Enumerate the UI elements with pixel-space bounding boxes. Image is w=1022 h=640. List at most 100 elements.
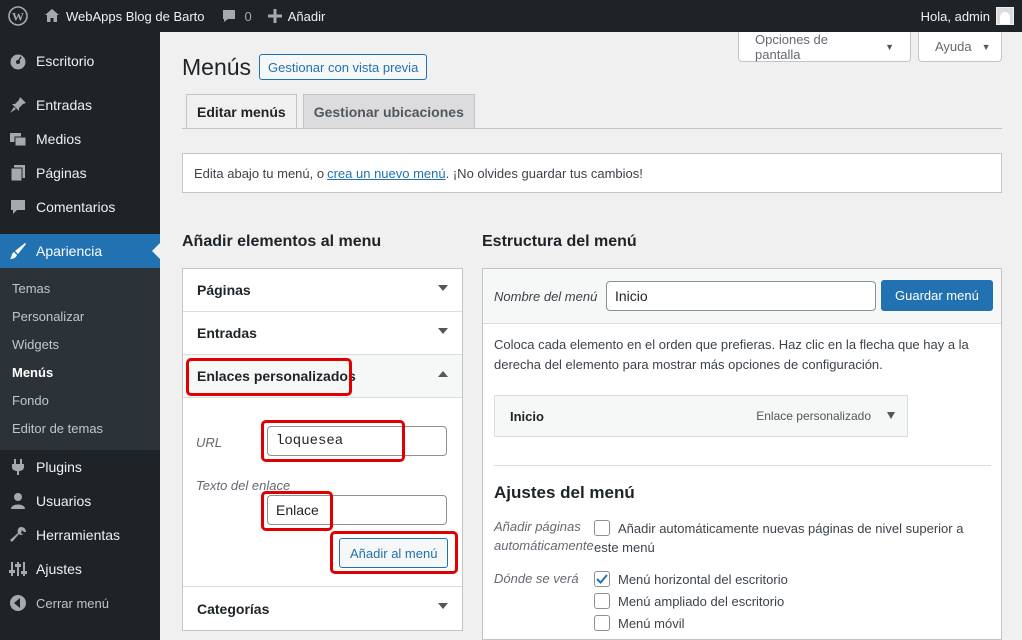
highlight-box [261,491,333,531]
admin-bar: W WebApps Blog de Barto 0 Añadir Hola, a… [0,0,1022,32]
new-content-link[interactable]: Añadir [260,0,334,32]
auto-add-checkbox[interactable] [594,520,610,536]
tab-gestionar-ubicaciones[interactable]: Gestionar ubicaciones [302,94,475,129]
sidebar-label: Páginas [36,165,87,181]
plus-icon [267,9,282,23]
highlight-box [330,531,458,574]
sidebar-label: Medios [36,131,82,147]
comments-count: 0 [244,8,252,24]
sidebar-item-comentarios[interactable]: Comentarios [0,190,160,224]
location-option[interactable]: Menú ampliado del escritorio [594,592,784,611]
screen-options-button[interactable]: Opciones de pantalla ▼ [738,32,911,62]
users-icon [8,491,28,511]
menu-item-type: Enlace personalizado [756,409,871,423]
submenu-item-widgets[interactable]: Widgets [0,330,160,358]
pin-icon [8,95,28,115]
location-option[interactable]: Menú horizontal del escritorio [594,570,788,589]
sidebar-label: Comentarios [36,199,116,215]
location-text: Menú móvil [618,616,685,631]
section-categorias[interactable]: Categorías [183,587,462,630]
sidebar-label: Herramientas [36,527,121,543]
sidebar-label: Entradas [36,97,93,113]
brush-icon [8,241,28,261]
sidebar-item-medios[interactable]: Medios [0,122,160,156]
new-label: Añadir [287,8,326,24]
create-new-menu-link[interactable]: crea un nuevo menú [327,166,446,181]
pages-icon [8,163,28,183]
auto-add-label-line: Añadir páginas [494,519,581,534]
nav-tabs: Editar menús Gestionar ubicaciones [186,94,481,129]
sidebar-item-usuarios[interactable]: Usuarios [0,484,160,518]
auto-add-label: Añadir páginas automáticamente [494,517,594,555]
menu-structure-panel: Nombre del menú Inicio Guardar menú Colo… [482,268,1002,640]
help-button[interactable]: Ayuda ▼ [918,32,1002,62]
screen-options-label: Opciones de pantalla [755,31,828,62]
add-items-title: Añadir elementos al menu [182,233,382,250]
structure-title: Estructura del menú [482,233,637,250]
highlight-box [261,420,405,462]
auto-add-text: Añadir automáticamente nuevas páginas de… [618,521,964,536]
location-label: Dónde se verá [494,571,579,586]
chevron-up-icon [438,371,448,377]
help-label: Ayuda [935,39,972,54]
highlight-box [186,358,352,396]
settings-icon [8,559,28,579]
menu-item-inicio[interactable]: Inicio Enlace personalizado [494,395,908,437]
location-checkbox[interactable] [594,593,610,609]
checkmark-icon [596,574,608,584]
sidebar-item-ajustes[interactable]: Ajustes [0,552,160,586]
main-content: Opciones de pantalla ▼ Ayuda ▼ Menús Ges… [160,32,1022,640]
chevron-down-icon [438,603,448,609]
my-account[interactable]: Hola, admin [921,0,1014,32]
section-label: Entradas [197,325,257,341]
menu-settings-title: Ajustes del menú [494,483,635,502]
submenu-item-fondo[interactable]: Fondo [0,386,160,414]
appearance-submenu: Temas Personalizar Widgets Menús Fondo E… [0,268,160,450]
sidebar-label: Usuarios [36,493,92,509]
collapse-icon [8,593,28,613]
sidebar-item-herramientas[interactable]: Herramientas [0,518,160,552]
chevron-down-icon[interactable] [887,412,895,419]
save-menu-button[interactable]: Guardar menú [881,280,993,311]
tab-editar-menus[interactable]: Editar menús [186,94,297,129]
sidebar-item-entradas[interactable]: Entradas [0,88,160,122]
location-text: Menú horizontal del escritorio [618,572,788,587]
submenu-item-editor-temas[interactable]: Editor de temas [0,414,160,442]
submenu-item-temas[interactable]: Temas [0,274,160,302]
section-label: Categorías [197,600,270,617]
notice-text: Edita abajo tu menú, o [194,165,325,181]
sidebar-item-apariencia[interactable]: Apariencia [0,234,160,268]
menu-name-input[interactable]: Inicio [606,281,876,311]
manage-preview-button[interactable]: Gestionar con vista previa [259,54,428,80]
location-checkbox[interactable] [594,615,610,631]
location-checkbox-checked[interactable] [594,571,610,587]
avatar [996,7,1014,25]
section-entradas[interactable]: Entradas [183,312,462,355]
edit-notice: Edita abajo tu menú, o crea un nuevo men… [182,153,1002,193]
sidebar-label: Cerrar menú [36,595,109,611]
comments-link[interactable]: 0 [213,0,260,32]
chevron-down-icon [438,328,448,334]
submenu-item-personalizar[interactable]: Personalizar [0,302,160,330]
sidebar-label: Escritorio [36,53,95,69]
sidebar-item-escritorio[interactable]: Escritorio [0,44,160,78]
url-label: URL [196,435,223,450]
menu-header: Nombre del menú Inicio Guardar menú [483,269,1001,324]
section-label: Páginas [197,282,251,298]
plugin-icon [8,457,28,477]
structure-description: Coloca cada elemento en el orden que pre… [494,337,969,372]
menu-item-title: Inicio [510,408,544,424]
sidebar-label: Ajustes [36,561,82,577]
sidebar-item-paginas[interactable]: Páginas [0,156,160,190]
site-name-link[interactable]: WebApps Blog de Barto [36,0,213,32]
notice-text: . ¡No olvides guardar tus cambios! [445,165,643,181]
location-option[interactable]: Menú móvil [594,614,684,633]
greeting: Hola, admin [920,8,990,24]
sidebar-item-cerrar-menu[interactable]: Cerrar menú [0,586,160,620]
auto-add-option[interactable]: Añadir automáticamente nuevas páginas de… [594,519,963,538]
submenu-item-menus[interactable]: Menús [0,358,160,386]
caret-down-icon: ▼ [981,41,991,52]
wordpress-logo-icon[interactable]: W [0,0,36,32]
section-paginas[interactable]: Páginas [183,269,462,312]
sidebar-item-plugins[interactable]: Plugins [0,450,160,484]
